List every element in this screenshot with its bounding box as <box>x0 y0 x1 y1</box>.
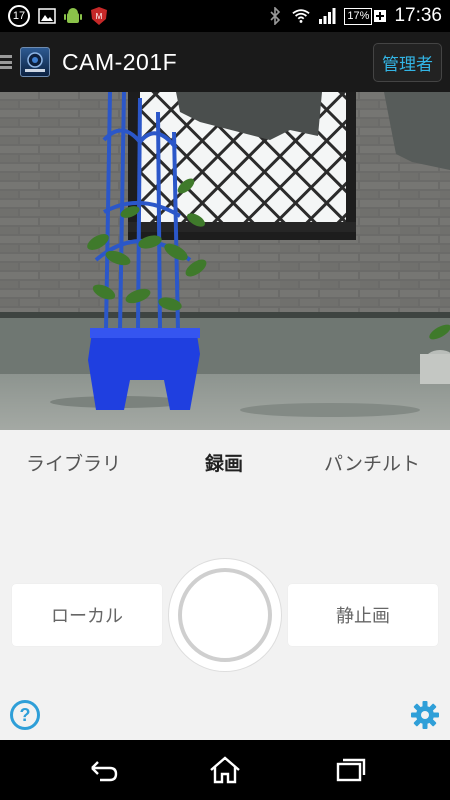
battery-percent: 17% <box>344 7 373 25</box>
tab-record[interactable]: 録画 <box>205 449 243 476</box>
android-debug-icon <box>64 7 82 25</box>
recent-apps-icon[interactable] <box>332 754 368 786</box>
bluetooth-icon <box>266 7 284 25</box>
signal-icon <box>318 7 336 25</box>
svg-text:M: M <box>96 12 103 21</box>
system-nav-bar <box>0 740 450 800</box>
wifi-icon <box>292 7 311 25</box>
home-icon[interactable] <box>207 754 243 786</box>
status-clock: 17:36 <box>394 5 442 26</box>
tab-pan-tilt[interactable]: パンチルト <box>324 449 420 476</box>
live-camera-view[interactable] <box>0 92 450 430</box>
charging-icon <box>374 10 387 22</box>
admin-button[interactable]: 管理者 <box>373 42 442 82</box>
status-bar: 17 M 17% 17:36 <box>0 0 450 32</box>
shutter-ring <box>178 568 272 662</box>
notification-count-badge: 17 <box>8 5 30 27</box>
back-icon[interactable] <box>84 754 120 786</box>
still-image-button[interactable]: 静止画 <box>288 584 438 646</box>
record-shutter-button[interactable] <box>168 558 282 672</box>
help-icon[interactable]: ? <box>10 700 40 730</box>
control-panel: ライブラリ 録画 パンチルト ローカル 静止画 ? <box>0 430 450 740</box>
battery-indicator: 17% <box>344 7 387 25</box>
camera-name-title: CAM-201F <box>62 48 178 75</box>
iodata-logo <box>20 47 50 77</box>
mode-tabs: ライブラリ 録画 パンチルト <box>0 430 450 490</box>
gallery-icon <box>38 7 56 25</box>
tab-library[interactable]: ライブラリ <box>26 449 121 476</box>
security-app-icon: M <box>90 7 108 25</box>
app-bar: CAM-201F 管理者 <box>0 32 450 92</box>
drawer-menu-icon[interactable] <box>0 52 14 72</box>
gear-icon[interactable] <box>410 700 440 730</box>
local-record-button[interactable]: ローカル <box>12 584 162 646</box>
